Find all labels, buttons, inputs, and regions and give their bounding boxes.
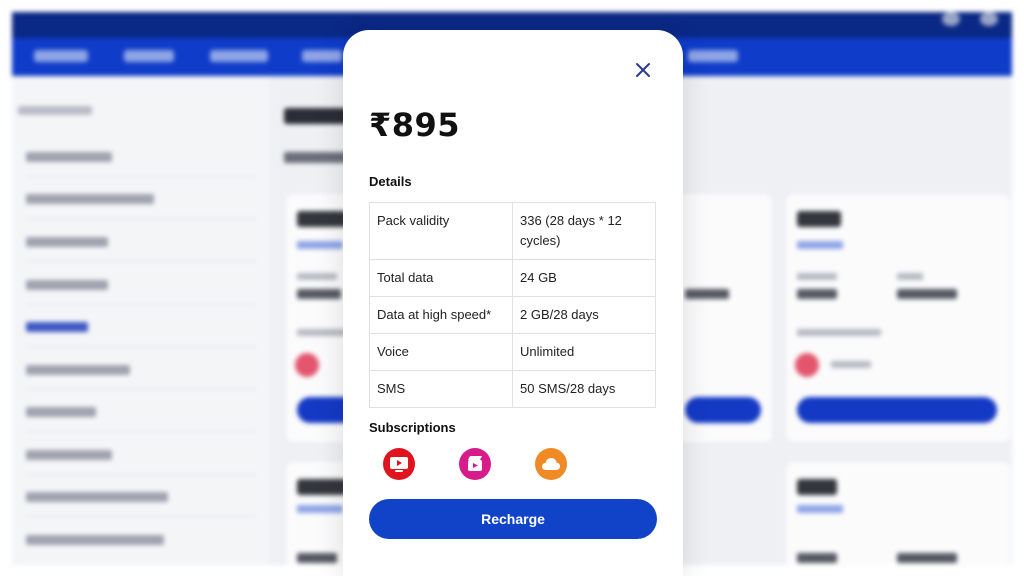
sidebar-item	[26, 450, 112, 460]
nav-item	[34, 50, 88, 62]
sidebar-item	[26, 365, 130, 375]
details-table: Pack validity 336 (28 days * 12 cycles) …	[369, 202, 656, 408]
jiotv-icon[interactable]	[383, 448, 415, 480]
nav-item	[302, 50, 342, 62]
sidebar-item	[26, 152, 112, 162]
detail-value: 336 (28 days * 12 cycles)	[512, 202, 656, 260]
table-row: SMS 50 SMS/28 days	[369, 370, 656, 408]
sidebar-item	[26, 237, 108, 247]
nav-item	[124, 50, 174, 62]
table-row: Voice Unlimited	[369, 333, 656, 371]
sidebar-item	[26, 535, 164, 545]
plan-details-modal: ₹895 Details Pack validity 336 (28 days …	[343, 30, 683, 576]
subscriptions-heading: Subscriptions	[369, 420, 456, 435]
detail-label: Data at high speed*	[369, 296, 513, 334]
detail-label: Total data	[369, 259, 513, 297]
detail-label: Pack validity	[369, 202, 513, 260]
close-button[interactable]	[631, 58, 655, 82]
plan-card	[672, 192, 774, 444]
plan-price: ₹895	[369, 106, 461, 144]
sidebar-item-active	[26, 322, 88, 332]
detail-value: 24 GB	[512, 259, 656, 297]
table-row: Total data 24 GB	[369, 259, 656, 297]
jiocinema-icon[interactable]	[459, 448, 491, 480]
nav-item	[688, 50, 738, 62]
subscriptions-list	[383, 448, 567, 480]
detail-value: Unlimited	[512, 333, 656, 371]
user-icon	[942, 12, 960, 26]
sidebar-item	[26, 280, 108, 290]
details-heading: Details	[369, 174, 412, 189]
table-row: Pack validity 336 (28 days * 12 cycles)	[369, 202, 656, 260]
detail-label: SMS	[369, 370, 513, 408]
sidebar	[12, 76, 270, 565]
jiocloud-icon[interactable]	[535, 448, 567, 480]
detail-label: Voice	[369, 333, 513, 371]
sidebar-item	[26, 407, 96, 417]
plan-card	[784, 460, 1012, 565]
nav-item	[210, 50, 268, 62]
table-row: Data at high speed* 2 GB/28 days	[369, 296, 656, 334]
sidebar-item	[26, 194, 154, 204]
close-icon	[636, 63, 650, 77]
plan-card	[784, 192, 1012, 444]
detail-value: 2 GB/28 days	[512, 296, 656, 334]
recharge-button[interactable]: Recharge	[369, 499, 657, 539]
sidebar-caption	[18, 106, 92, 115]
sidebar-item	[26, 492, 168, 502]
menu-icon	[980, 12, 998, 26]
detail-value: 50 SMS/28 days	[512, 370, 656, 408]
